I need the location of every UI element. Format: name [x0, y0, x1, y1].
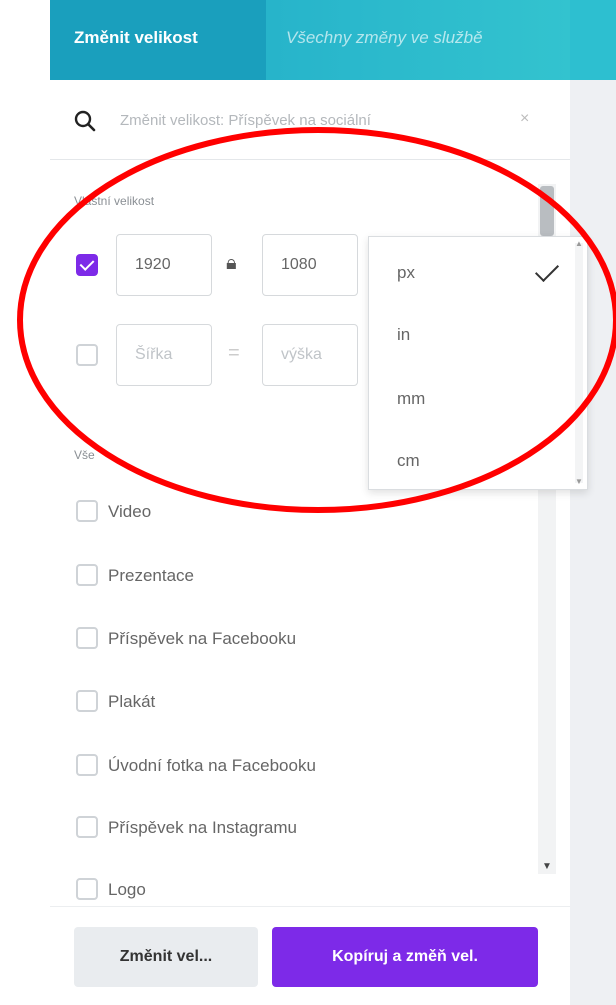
resize-panel: Změnit velikost Všechny změny ve službě … — [50, 0, 588, 1005]
list-item-checkbox[interactable] — [76, 627, 98, 649]
tab-resize-label: Změnit velikost — [74, 28, 198, 47]
canvas-area — [570, 80, 616, 1005]
list-item-label: Logo — [108, 880, 146, 899]
scrollbar-thumb[interactable] — [540, 186, 554, 236]
list-item[interactable]: Plakát — [50, 682, 520, 722]
resize-button[interactable]: Změnit vel... — [74, 927, 258, 987]
custom-size-row1-checkbox[interactable] — [76, 254, 98, 276]
list-item-checkbox[interactable] — [76, 500, 98, 522]
height-value: 1080 — [281, 256, 317, 273]
tab-all-changes-label: Všechny změny ve službě — [286, 28, 483, 47]
screenshot-frame: Změnit velikost Všechny změny ve službě … — [0, 0, 616, 1005]
list-item-label: Plakát — [108, 692, 156, 711]
list-item-checkbox[interactable] — [76, 816, 98, 838]
unit-option-label: in — [397, 325, 411, 344]
unit-option-mm[interactable]: mm — [369, 367, 569, 427]
scroll-up-icon[interactable]: ▲ — [575, 239, 583, 248]
list-item[interactable]: Příspěvek na Facebooku — [50, 619, 520, 659]
list-item-checkbox[interactable] — [76, 878, 98, 900]
link-icon: = — [228, 342, 240, 364]
unit-option-in[interactable]: in — [369, 303, 569, 363]
unit-option-cm[interactable]: cm — [369, 429, 569, 489]
search-input[interactable]: Změnit velikost: Příspěvek na sociální — [120, 112, 371, 129]
left-gutter — [0, 0, 50, 1005]
list-item-label: Prezentace — [108, 566, 194, 585]
list-item-label: Příspěvek na Instagramu — [108, 818, 297, 837]
width-value: 1920 — [135, 256, 171, 273]
height-field[interactable]: 1080 — [262, 234, 358, 296]
custom-size-row2-checkbox[interactable] — [76, 344, 98, 366]
lock-icon[interactable]: 🔒︎ — [226, 252, 237, 275]
unit-option-px[interactable]: px — [369, 241, 569, 301]
height-field-empty[interactable]: výška — [262, 324, 358, 386]
list-item-checkbox[interactable] — [76, 754, 98, 776]
unit-option-label: cm — [397, 451, 420, 470]
custom-size-label: Vlastní velikost — [74, 194, 155, 208]
clear-icon[interactable]: × — [520, 110, 529, 128]
tab-resize[interactable]: Změnit velikost — [50, 0, 266, 80]
width-field[interactable]: 1920 — [116, 234, 212, 296]
copy-and-resize-button[interactable]: Kopíruj a změň vel. — [272, 927, 538, 987]
scroll-down-icon[interactable]: ▼ — [542, 861, 552, 872]
list-item[interactable]: Úvodní fotka na Facebooku — [50, 746, 520, 786]
width-field-empty[interactable]: Šířka — [116, 324, 212, 386]
right-header-strip — [570, 0, 616, 80]
list-item[interactable]: Prezentace — [50, 556, 520, 596]
list-item-checkbox[interactable] — [76, 564, 98, 586]
width-placeholder: Šířka — [135, 346, 173, 363]
list-item[interactable]: Video — [50, 492, 520, 532]
list-item-label: Video — [108, 502, 152, 521]
list-item-checkbox[interactable] — [76, 690, 98, 712]
panel-header: Změnit velikost Všechny změny ve službě — [50, 0, 570, 80]
scroll-down-icon[interactable]: ▼ — [575, 477, 583, 486]
panel-footer: Změnit vel... Kopíruj a změň vel. — [50, 906, 570, 1005]
unit-option-label: px — [397, 263, 415, 282]
unit-dropdown[interactable]: px in mm cm ▲ ▼ — [368, 236, 588, 490]
list-item-label: Úvodní fotka na Facebooku — [108, 756, 316, 775]
unit-option-label: mm — [397, 389, 426, 408]
all-section-label: Vše — [74, 448, 95, 462]
check-icon — [534, 257, 560, 283]
search-bar[interactable]: Změnit velikost: Příspěvek na sociální × — [50, 80, 570, 160]
dropdown-scrollbar[interactable] — [575, 243, 583, 483]
tab-all-changes[interactable]: Všechny změny ve službě — [266, 0, 570, 80]
list-item[interactable]: Příspěvek na Instagramu — [50, 808, 520, 848]
list-item-label: Příspěvek na Facebooku — [108, 629, 297, 648]
list-item[interactable]: Logo — [50, 870, 520, 910]
search-icon — [74, 110, 96, 132]
height-placeholder: výška — [281, 346, 322, 363]
